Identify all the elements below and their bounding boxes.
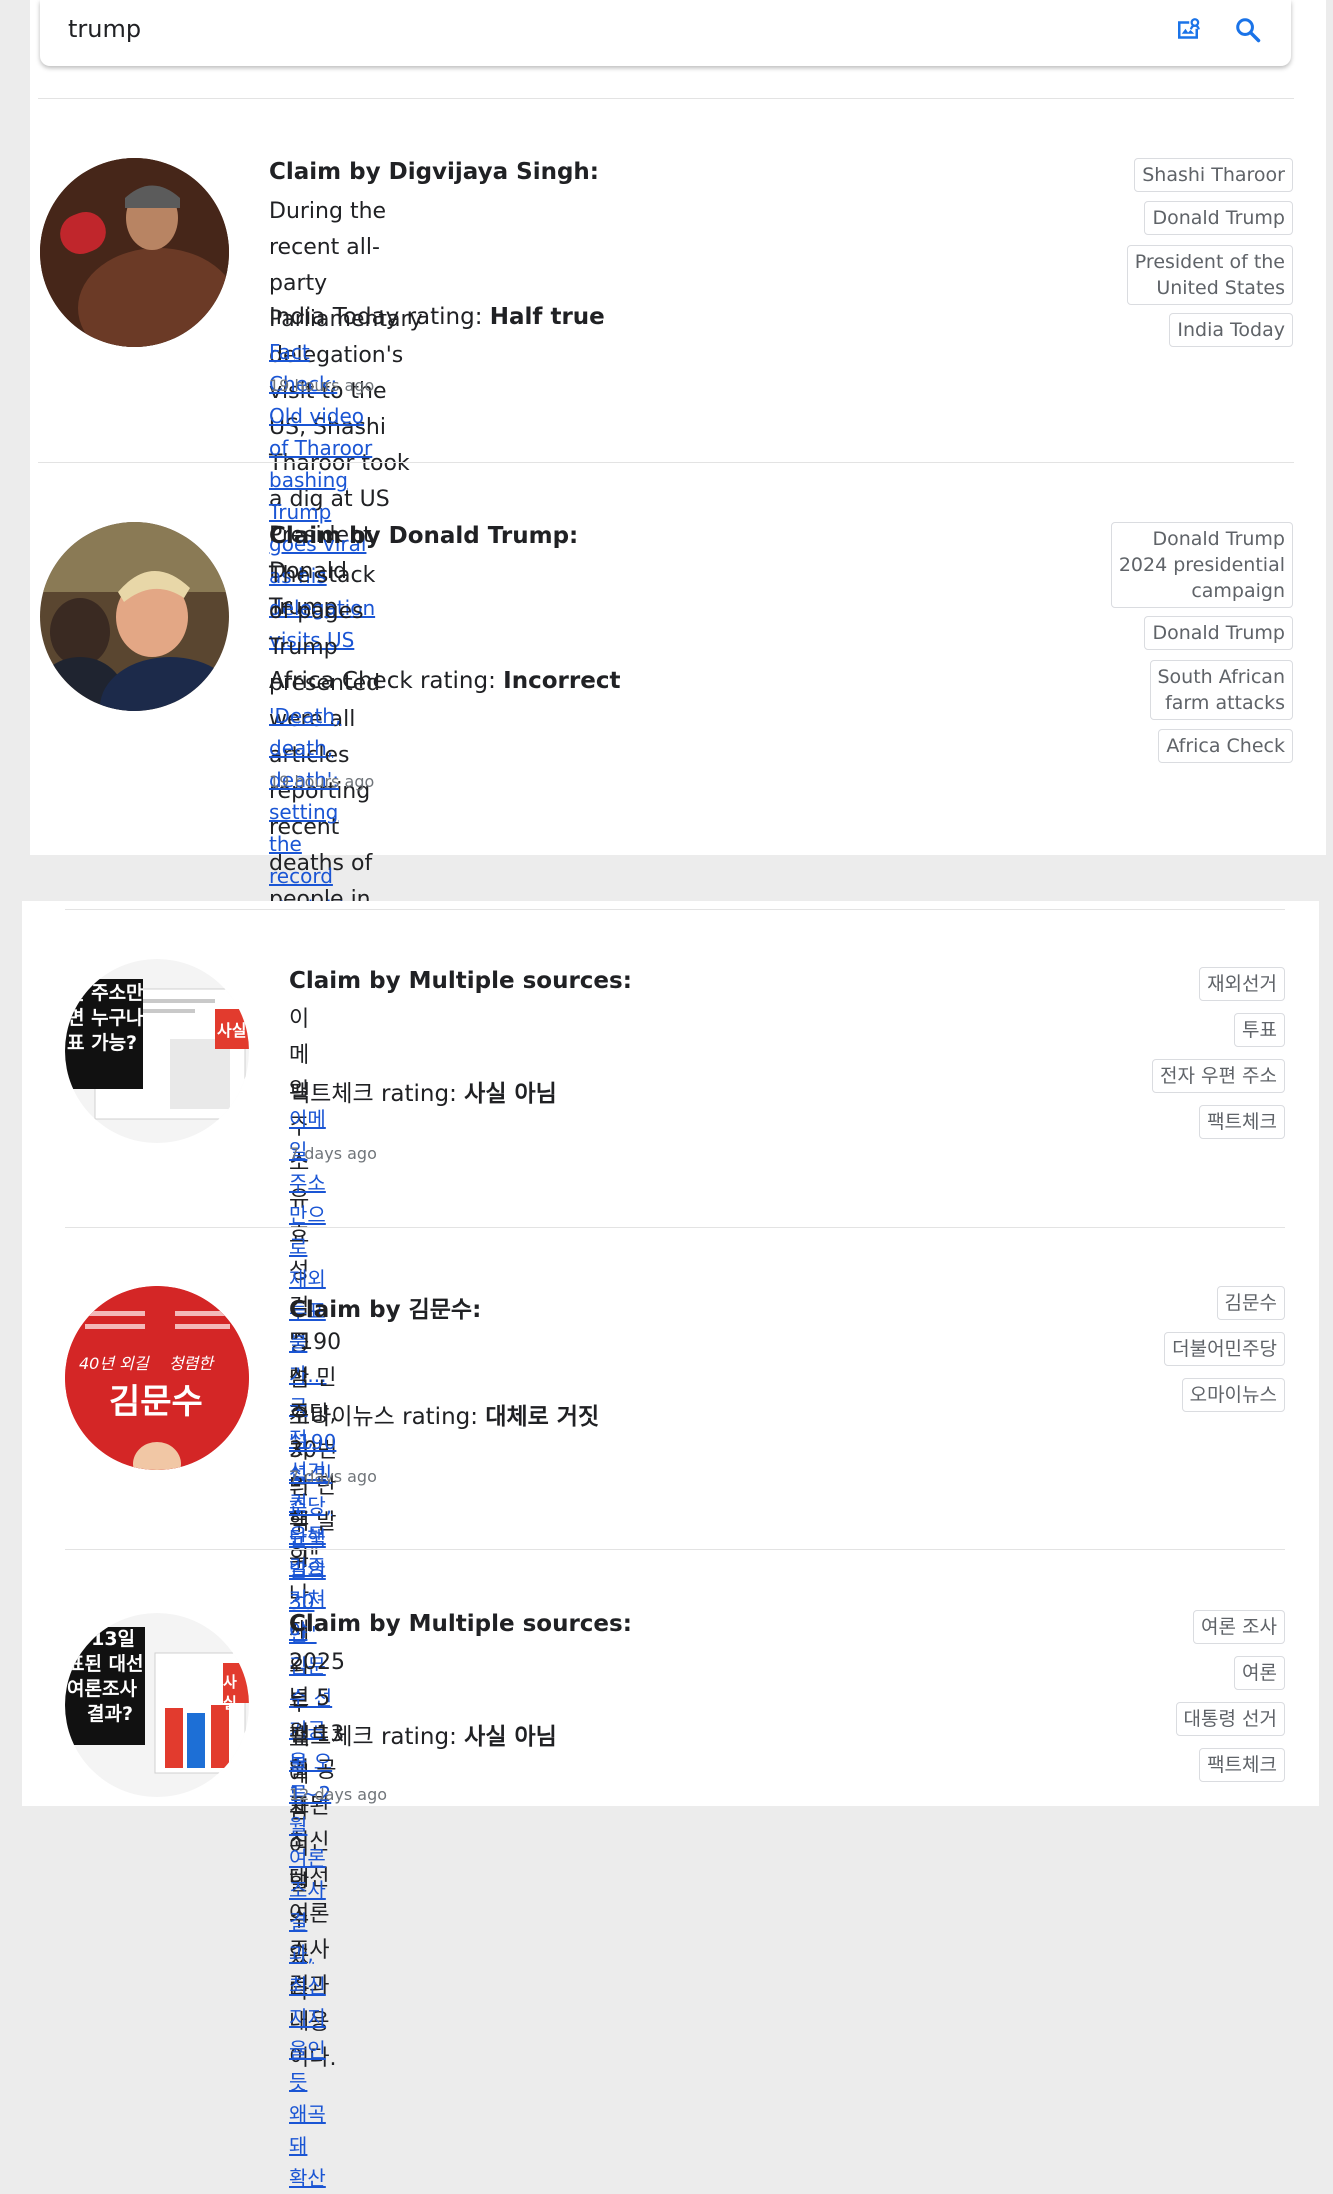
divider (38, 462, 1294, 463)
results-panel-top: trump Claim by Digvijaya Singh: During t… (30, 0, 1326, 1144)
tag-chip[interactable]: Africa Check (1158, 729, 1293, 763)
rating-value: Incorrect (503, 668, 621, 694)
timestamp: 12 days ago (289, 1785, 388, 1804)
tag-chip[interactable]: President of the United States (1126, 245, 1293, 305)
search-input[interactable]: trump (68, 15, 141, 43)
tag-chip[interactable]: 팩트체크 (1199, 1105, 1285, 1139)
claim-author: Claim by Donald Trump: (269, 523, 579, 549)
tag-chip[interactable]: 더불어민주당 (1164, 1332, 1285, 1366)
tag-chip[interactable]: 여론 조사 (1193, 1610, 1285, 1644)
search-bar[interactable]: trump (40, 0, 1291, 66)
timestamp: 7 days ago (289, 1467, 377, 1486)
claim-author: Claim by Digvijaya Singh: (269, 159, 599, 185)
tag-chip[interactable]: 대통령 선거 (1175, 1702, 1285, 1736)
image-search-icon[interactable] (1172, 14, 1204, 46)
rating-line: India Today rating: Half true (269, 304, 605, 330)
thumbnail-caption: 월 13일 표된 대선 여론조사 결과? (67, 1628, 144, 1725)
tag-list: Shashi Tharoor Donald Trump President of… (1103, 158, 1293, 358)
results-panel-bottom: 일 주소만 면 누구나 표 가능? 사실 Claim by Multiple s… (22, 901, 1319, 2190)
thumbnail-badge: 사실 (217, 1021, 247, 1040)
rating-value: 사실 아님 (464, 1081, 557, 1107)
divider (65, 909, 1285, 910)
tag-chip[interactable]: 김문수 (1216, 1286, 1285, 1320)
tag-chip[interactable]: 투표 (1234, 1013, 1285, 1047)
claim-author: Claim by Multiple sources: (289, 968, 632, 994)
divider (38, 98, 1294, 99)
tag-chip[interactable]: 여론 (1234, 1656, 1285, 1690)
claim-author: Claim by 김문수: (289, 1297, 482, 1323)
tag-list: Donald Trump 2024 presidential campaign Do… (1103, 522, 1293, 772)
claim-thumbnail: 월 13일 표된 대선 여론조사 결과? 사실 (65, 1613, 249, 1797)
claim-thumbnail: 일 주소만 면 누구나 표 가능? 사실 (65, 959, 249, 1143)
tag-chip[interactable]: India Today (1169, 313, 1293, 347)
tag-list: 여론 조사 여론 대통령 선거 팩트체크 (1095, 1610, 1285, 1800)
thumbnail-badge: 사실 (223, 1673, 237, 1712)
tag-chip[interactable]: 전자 우편 주소 (1152, 1059, 1285, 1093)
rating-value: Half true (489, 304, 605, 330)
thumbnail-title: 김문수 (109, 1382, 203, 1422)
tag-chip[interactable]: 재외선거 (1199, 967, 1285, 1001)
tag-chip[interactable]: South African farm attacks (1149, 660, 1293, 720)
tag-chip[interactable]: Donald Trump 2024 presidential campaign (1110, 522, 1293, 608)
claim-thumbnail (40, 522, 229, 711)
claim-author: Claim by Multiple sources: (289, 1611, 632, 1637)
rating-value: 사실 아님 (464, 1724, 557, 1750)
timestamp: 19 hours ago (269, 772, 375, 791)
rating-value: 대체로 거짓 (485, 1404, 600, 1430)
rating-line: 팩트체크 rating: 사실 아님 (289, 1081, 557, 1107)
divider (65, 1227, 1285, 1228)
tag-list: 김문수 더불어민주당 오마이뉴스 (1095, 1286, 1285, 1426)
thumbnail-caption: 40년 외길 청렴한 (79, 1354, 214, 1373)
claim-thumbnail: 40년 외길 청렴한 김문수 (65, 1286, 249, 1470)
tag-chip[interactable]: Shashi Tharoor (1134, 158, 1293, 192)
tag-chip[interactable]: 오마이뉴스 (1181, 1378, 1285, 1412)
claim-thumbnail (40, 158, 229, 347)
article-link[interactable]: 올 1~2월 여론조사 결과, 최신 지지율인 듯 왜곡돼 확산 (289, 1746, 331, 2194)
divider (65, 1549, 1285, 1550)
timestamp: 19 hours ago (269, 376, 375, 395)
magnifier-icon[interactable] (1232, 14, 1264, 46)
thumbnail-caption: 일 주소만 면 누구나 표 가능? (67, 982, 144, 1054)
tag-chip[interactable]: 팩트체크 (1199, 1748, 1285, 1782)
tag-chip[interactable]: Donald Trump (1144, 201, 1293, 235)
tag-list: 재외선거 투표 전자 우편 주소 팩트체크 (1095, 967, 1285, 1157)
tag-chip[interactable]: Donald Trump (1144, 616, 1293, 650)
rating-line: Africa Check rating: Incorrect (269, 668, 621, 694)
timestamp: 7 days ago (289, 1144, 377, 1163)
